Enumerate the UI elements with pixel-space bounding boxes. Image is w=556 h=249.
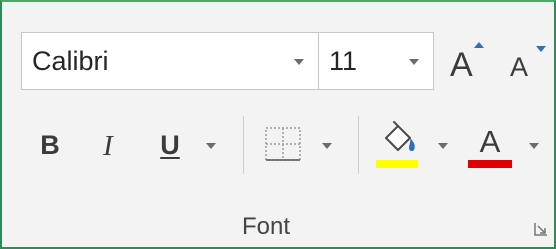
underline-dropdown-arrow[interactable] <box>206 143 216 149</box>
font-size-value[interactable]: 11 <box>329 46 357 77</box>
dialog-launcher-button[interactable] <box>532 220 550 238</box>
font-color-dropdown-arrow[interactable] <box>529 143 539 149</box>
font-color-icon: A <box>479 124 501 159</box>
chevron-down-icon[interactable] <box>294 59 304 65</box>
italic-button[interactable]: I <box>88 120 128 170</box>
italic-icon: I <box>103 130 113 162</box>
arrow-up-icon <box>474 42 484 48</box>
increase-font-size-button[interactable]: A <box>448 38 488 86</box>
bold-icon: B <box>40 130 60 160</box>
font-color-swatch <box>468 160 512 168</box>
grow-font-letter: A <box>450 46 473 84</box>
fill-color-dropdown-arrow[interactable] <box>438 143 448 149</box>
chevron-down-icon[interactable] <box>409 59 419 65</box>
underline-icon: U <box>160 130 180 160</box>
dialog-launcher-icon <box>534 223 547 236</box>
shrink-font-letter: A <box>510 52 529 82</box>
font-name-combobox[interactable]: Calibri <box>21 32 319 90</box>
decrease-font-size-button[interactable]: A <box>506 38 550 86</box>
underline-button[interactable]: U <box>148 120 192 170</box>
toolbar-separator <box>358 116 359 174</box>
borders-button[interactable] <box>264 120 304 170</box>
fill-color-swatch <box>376 160 418 168</box>
borders-icon <box>265 127 301 161</box>
borders-dropdown-arrow[interactable] <box>322 143 332 149</box>
font-size-combobox[interactable]: 11 <box>318 32 434 90</box>
toolbar-separator <box>243 116 244 174</box>
group-label: Font <box>241 213 291 240</box>
font-name-value[interactable]: Calibri <box>32 46 109 77</box>
paint-bucket-icon <box>385 121 415 152</box>
font-color-button[interactable]: A <box>466 120 516 170</box>
arrow-down-icon <box>536 46 546 52</box>
fill-color-button[interactable] <box>374 120 426 170</box>
bold-button[interactable]: B <box>30 120 70 170</box>
font-ribbon-group: Calibri 11 A A B I U A Font <box>0 0 556 249</box>
